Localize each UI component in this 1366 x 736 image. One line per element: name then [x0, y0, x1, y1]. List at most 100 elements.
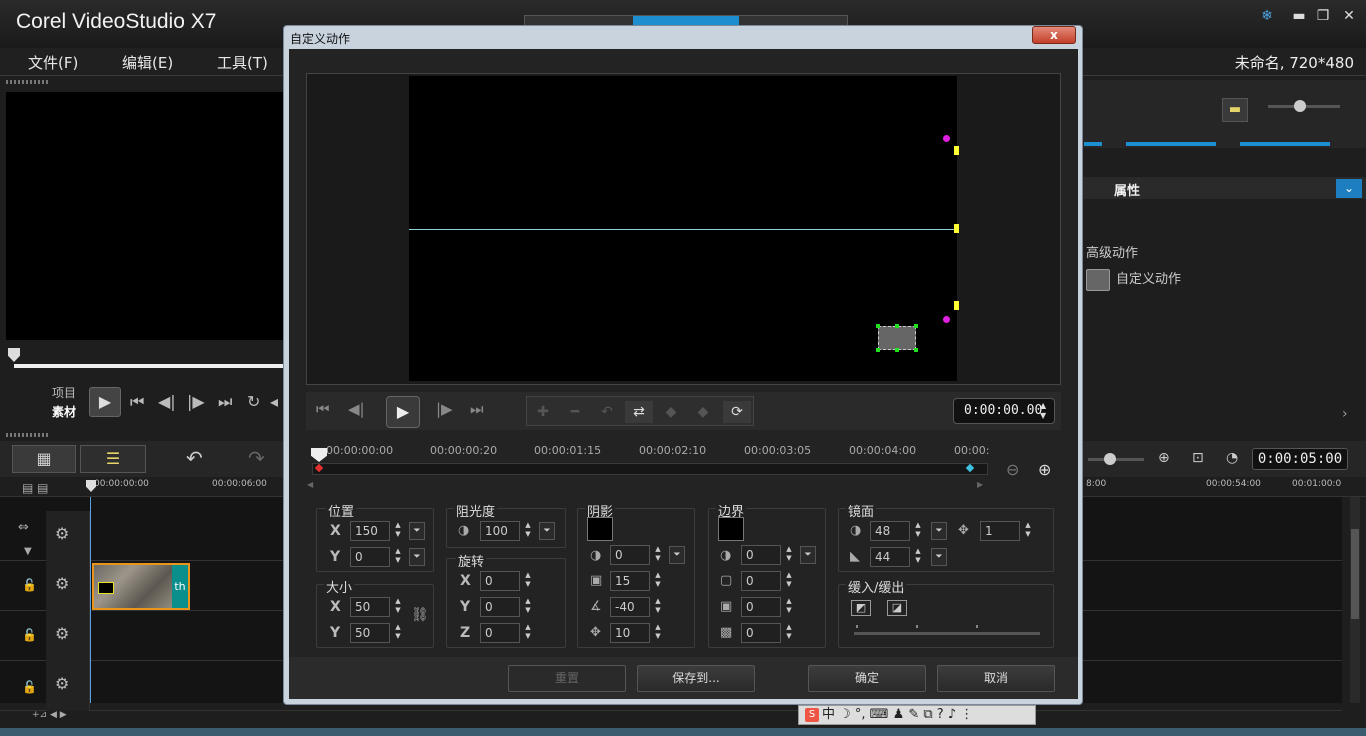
fit-project-icon[interactable]: ⊡ [1192, 450, 1204, 466]
film-reel-icon[interactable]: ⚙ [55, 574, 69, 593]
go-start-icon[interactable]: ⏮ [316, 400, 330, 418]
thumbnail-size-knob[interactable] [1294, 100, 1306, 112]
motion-object[interactable] [878, 326, 916, 350]
size-x-input[interactable]: 50 [350, 597, 390, 617]
size-y-spinner[interactable]: ▲ ▼ [392, 623, 404, 643]
close-button[interactable]: ✕ [1336, 8, 1362, 24]
link-chain-icon[interactable]: ⛓ [411, 607, 429, 623]
mirror-fade-spinner[interactable]: ▲ ▼ [912, 547, 924, 567]
clock-icon[interactable]: ◔ [1226, 450, 1238, 466]
opacity-keyframe-button[interactable]: ⏷ [539, 522, 555, 540]
go-start-icon[interactable]: ⏮ [130, 392, 144, 412]
resize-handle[interactable] [895, 324, 899, 328]
path-control-point[interactable] [943, 135, 950, 142]
position-x-keyframe-button[interactable]: ⏷ [409, 522, 425, 540]
mirror-opacity-input[interactable]: 48 [870, 521, 910, 541]
dialog-close-button[interactable]: x [1032, 26, 1076, 44]
timeline-zoom-slider[interactable] [1088, 458, 1144, 461]
shadow-distance-input[interactable]: 10 [610, 623, 650, 643]
position-y-input[interactable]: 0 [350, 547, 390, 567]
prev-keyframe-icon[interactable]: ◆ [657, 401, 685, 423]
rotation-x-spinner[interactable]: ▲ ▼ [522, 571, 534, 591]
border-other-spinner[interactable]: ▲ ▼ [783, 623, 795, 643]
panel-grip[interactable] [6, 80, 50, 84]
reset-keyframe-icon[interactable]: ⟳ [723, 401, 751, 423]
rotation-z-spinner[interactable]: ▲ ▼ [522, 623, 534, 643]
ime-toolbar[interactable]: S中 ☽ °, ⌨ ♟ ✎ ⧉ ? ♪ ⋮ [798, 705, 1036, 725]
mirror-distance-spinner[interactable]: ▲ ▼ [1022, 521, 1034, 541]
timeline-scrollbar[interactable] [1350, 497, 1360, 703]
clip-mode-label[interactable]: 素材 [52, 403, 76, 420]
mirror-opacity-spinner[interactable]: ▲ ▼ [912, 521, 924, 541]
ripple-edit-icon[interactable]: ⇔ [18, 520, 29, 535]
rotation-y-input[interactable]: 0 [480, 597, 520, 617]
size-x-spinner[interactable]: ▲ ▼ [392, 597, 404, 617]
opacity-spinner[interactable]: ▲ ▼ [522, 521, 534, 541]
lock-icon[interactable]: 🔓 [22, 628, 37, 642]
track-manager-icon[interactable]: ▤ ▤ [22, 481, 49, 495]
sogou-icon[interactable]: S [805, 707, 819, 722]
menu-file[interactable]: 文件(F) [28, 52, 78, 73]
remove-keyframe-icon[interactable]: ━ [561, 401, 589, 423]
scroll-right-icon[interactable]: ▶ [977, 480, 983, 489]
menu-tools[interactable]: 工具(T) [217, 52, 268, 73]
path-handle[interactable] [954, 146, 959, 155]
zoom-in-icon[interactable]: ⊕ [1038, 460, 1051, 479]
project-duration[interactable]: 0:00:05:00 [1252, 448, 1348, 470]
library-view-icon[interactable]: ▬ [1222, 98, 1248, 122]
library-tab-3[interactable] [1240, 142, 1330, 146]
resize-handle[interactable] [914, 348, 918, 352]
path-handle[interactable] [954, 301, 959, 310]
border-opacity-keyframe-button[interactable]: ⏷ [800, 546, 816, 564]
reset-button[interactable]: 重置 [508, 665, 626, 692]
minimize-button[interactable]: ▬ [1286, 8, 1312, 24]
border-width-spinner[interactable]: ▲ ▼ [783, 571, 795, 591]
resize-handle[interactable] [895, 348, 899, 352]
panel-grip[interactable] [6, 433, 50, 437]
shadow-opacity-input[interactable]: 0 [610, 545, 650, 565]
timeline-view-button[interactable]: ☰ [80, 445, 146, 473]
project-mode-label[interactable]: 项目 [52, 384, 76, 401]
border-blur-input[interactable]: 0 [741, 597, 781, 617]
mirror-fade-input[interactable]: 44 [870, 547, 910, 567]
reverse-path-icon[interactable]: ↶ [593, 401, 621, 423]
next-frame-icon[interactable]: |▶ [436, 400, 453, 418]
film-reel-icon[interactable]: ⚙ [55, 624, 69, 643]
cancel-button[interactable]: 取消 [937, 665, 1055, 692]
film-reel-icon[interactable]: ⚙ [55, 524, 69, 543]
go-end-icon[interactable]: ⏭ [470, 400, 484, 418]
rotation-z-input[interactable]: 0 [480, 623, 520, 643]
add-keyframe-icon[interactable]: ✚ [529, 401, 557, 423]
position-x-input[interactable]: 150 [350, 521, 390, 541]
mirror-fade-keyframe-button[interactable]: ⏷ [931, 548, 947, 566]
mirror-opacity-keyframe-button[interactable]: ⏷ [931, 522, 947, 540]
volume-icon[interactable]: ◂ [270, 392, 278, 411]
border-blur-spinner[interactable]: ▲ ▼ [783, 597, 795, 617]
motion-path-line[interactable] [409, 229, 957, 230]
mirror-distance-input[interactable]: 1 [980, 521, 1020, 541]
library-tab-1[interactable] [1084, 142, 1102, 146]
ease-slider[interactable] [854, 632, 1040, 635]
timeline-options-icon[interactable]: +⊿ ◀ ▶ [32, 710, 67, 720]
keyframe-track[interactable] [312, 463, 988, 475]
custom-motion-item[interactable]: 自定义动作 [1086, 268, 1181, 292]
prev-frame-icon[interactable]: ◀| [348, 400, 365, 418]
repeat-icon[interactable]: ↻ [247, 392, 260, 411]
path-handle[interactable] [954, 224, 959, 233]
resize-handle[interactable] [914, 324, 918, 328]
shadow-opacity-spinner[interactable]: ▲ ▼ [652, 545, 664, 565]
zoom-in-icon[interactable]: ⊕ [1158, 450, 1170, 466]
lock-icon[interactable]: 🔓 [22, 680, 37, 694]
resize-handle[interactable] [876, 348, 880, 352]
opacity-input[interactable]: 100 [480, 521, 520, 541]
size-y-input[interactable]: 50 [350, 623, 390, 643]
shadow-angle-input[interactable]: -40 [610, 597, 650, 617]
border-width-input[interactable]: 0 [741, 571, 781, 591]
next-keyframe-icon[interactable]: ◆ [689, 401, 717, 423]
scroll-left-icon[interactable]: ◀ [307, 480, 313, 489]
path-control-point[interactable] [943, 316, 950, 323]
storyboard-view-button[interactable]: ▦ [12, 445, 76, 473]
ease-out-icon[interactable]: ◪ [887, 600, 907, 616]
shadow-angle-spinner[interactable]: ▲ ▼ [652, 597, 664, 617]
menu-edit[interactable]: 编辑(E) [122, 52, 173, 73]
